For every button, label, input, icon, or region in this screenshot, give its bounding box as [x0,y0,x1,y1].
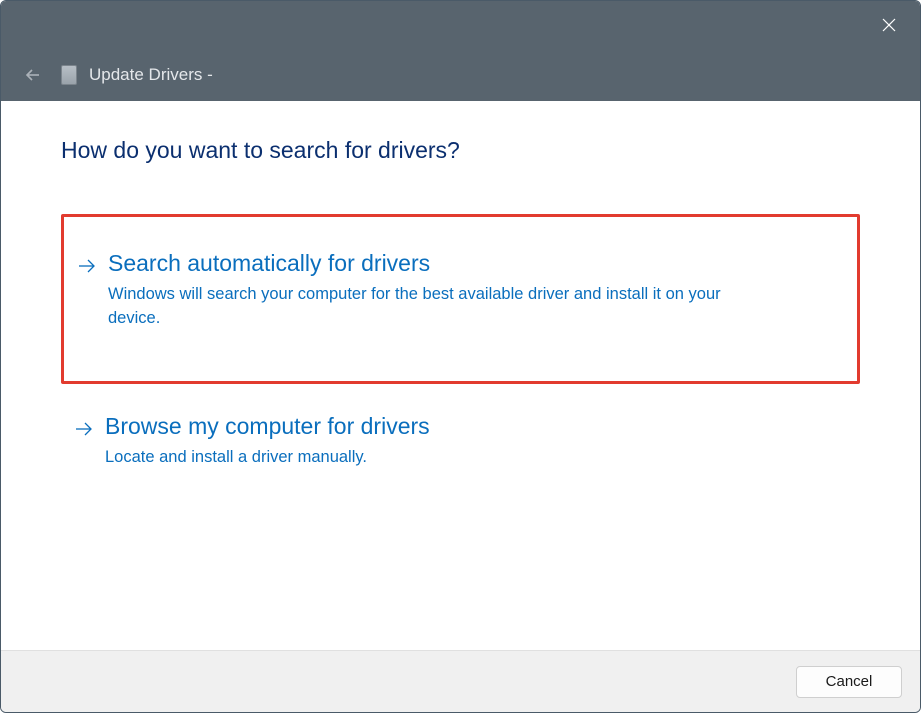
option-browse[interactable]: Browse my computer for drivers Locate an… [71,412,850,470]
cancel-button[interactable]: Cancel [796,666,902,698]
option-text: Browse my computer for drivers Locate an… [105,412,850,470]
window-title: Update Drivers - [89,65,213,85]
option-browse-wrap: Browse my computer for drivers Locate an… [61,404,860,496]
arrow-right-icon [71,416,97,442]
close-button[interactable] [866,1,912,49]
header-bar: Update Drivers - [1,49,920,101]
arrow-right-icon [74,253,100,279]
titlebar [1,1,920,49]
footer: Cancel [1,650,920,712]
back-arrow-icon [24,66,42,84]
device-icon [61,65,77,85]
page-heading: How do you want to search for drivers? [61,137,860,164]
option-auto-description: Windows will search your computer for th… [108,283,748,331]
cancel-label: Cancel [826,673,873,690]
option-auto-title: Search automatically for drivers [108,249,847,279]
update-drivers-window: Update Drivers - How do you want to sear… [0,0,921,713]
option-browse-title: Browse my computer for drivers [105,412,850,442]
option-search-auto[interactable]: Search automatically for drivers Windows… [74,249,847,331]
option-browse-description: Locate and install a driver manually. [105,446,745,470]
back-button[interactable] [19,61,47,89]
option-search-auto-wrap: Search automatically for drivers Windows… [61,214,860,384]
close-icon [882,18,896,32]
option-text: Search automatically for drivers Windows… [108,249,847,331]
content-area: How do you want to search for drivers? S… [1,101,920,650]
